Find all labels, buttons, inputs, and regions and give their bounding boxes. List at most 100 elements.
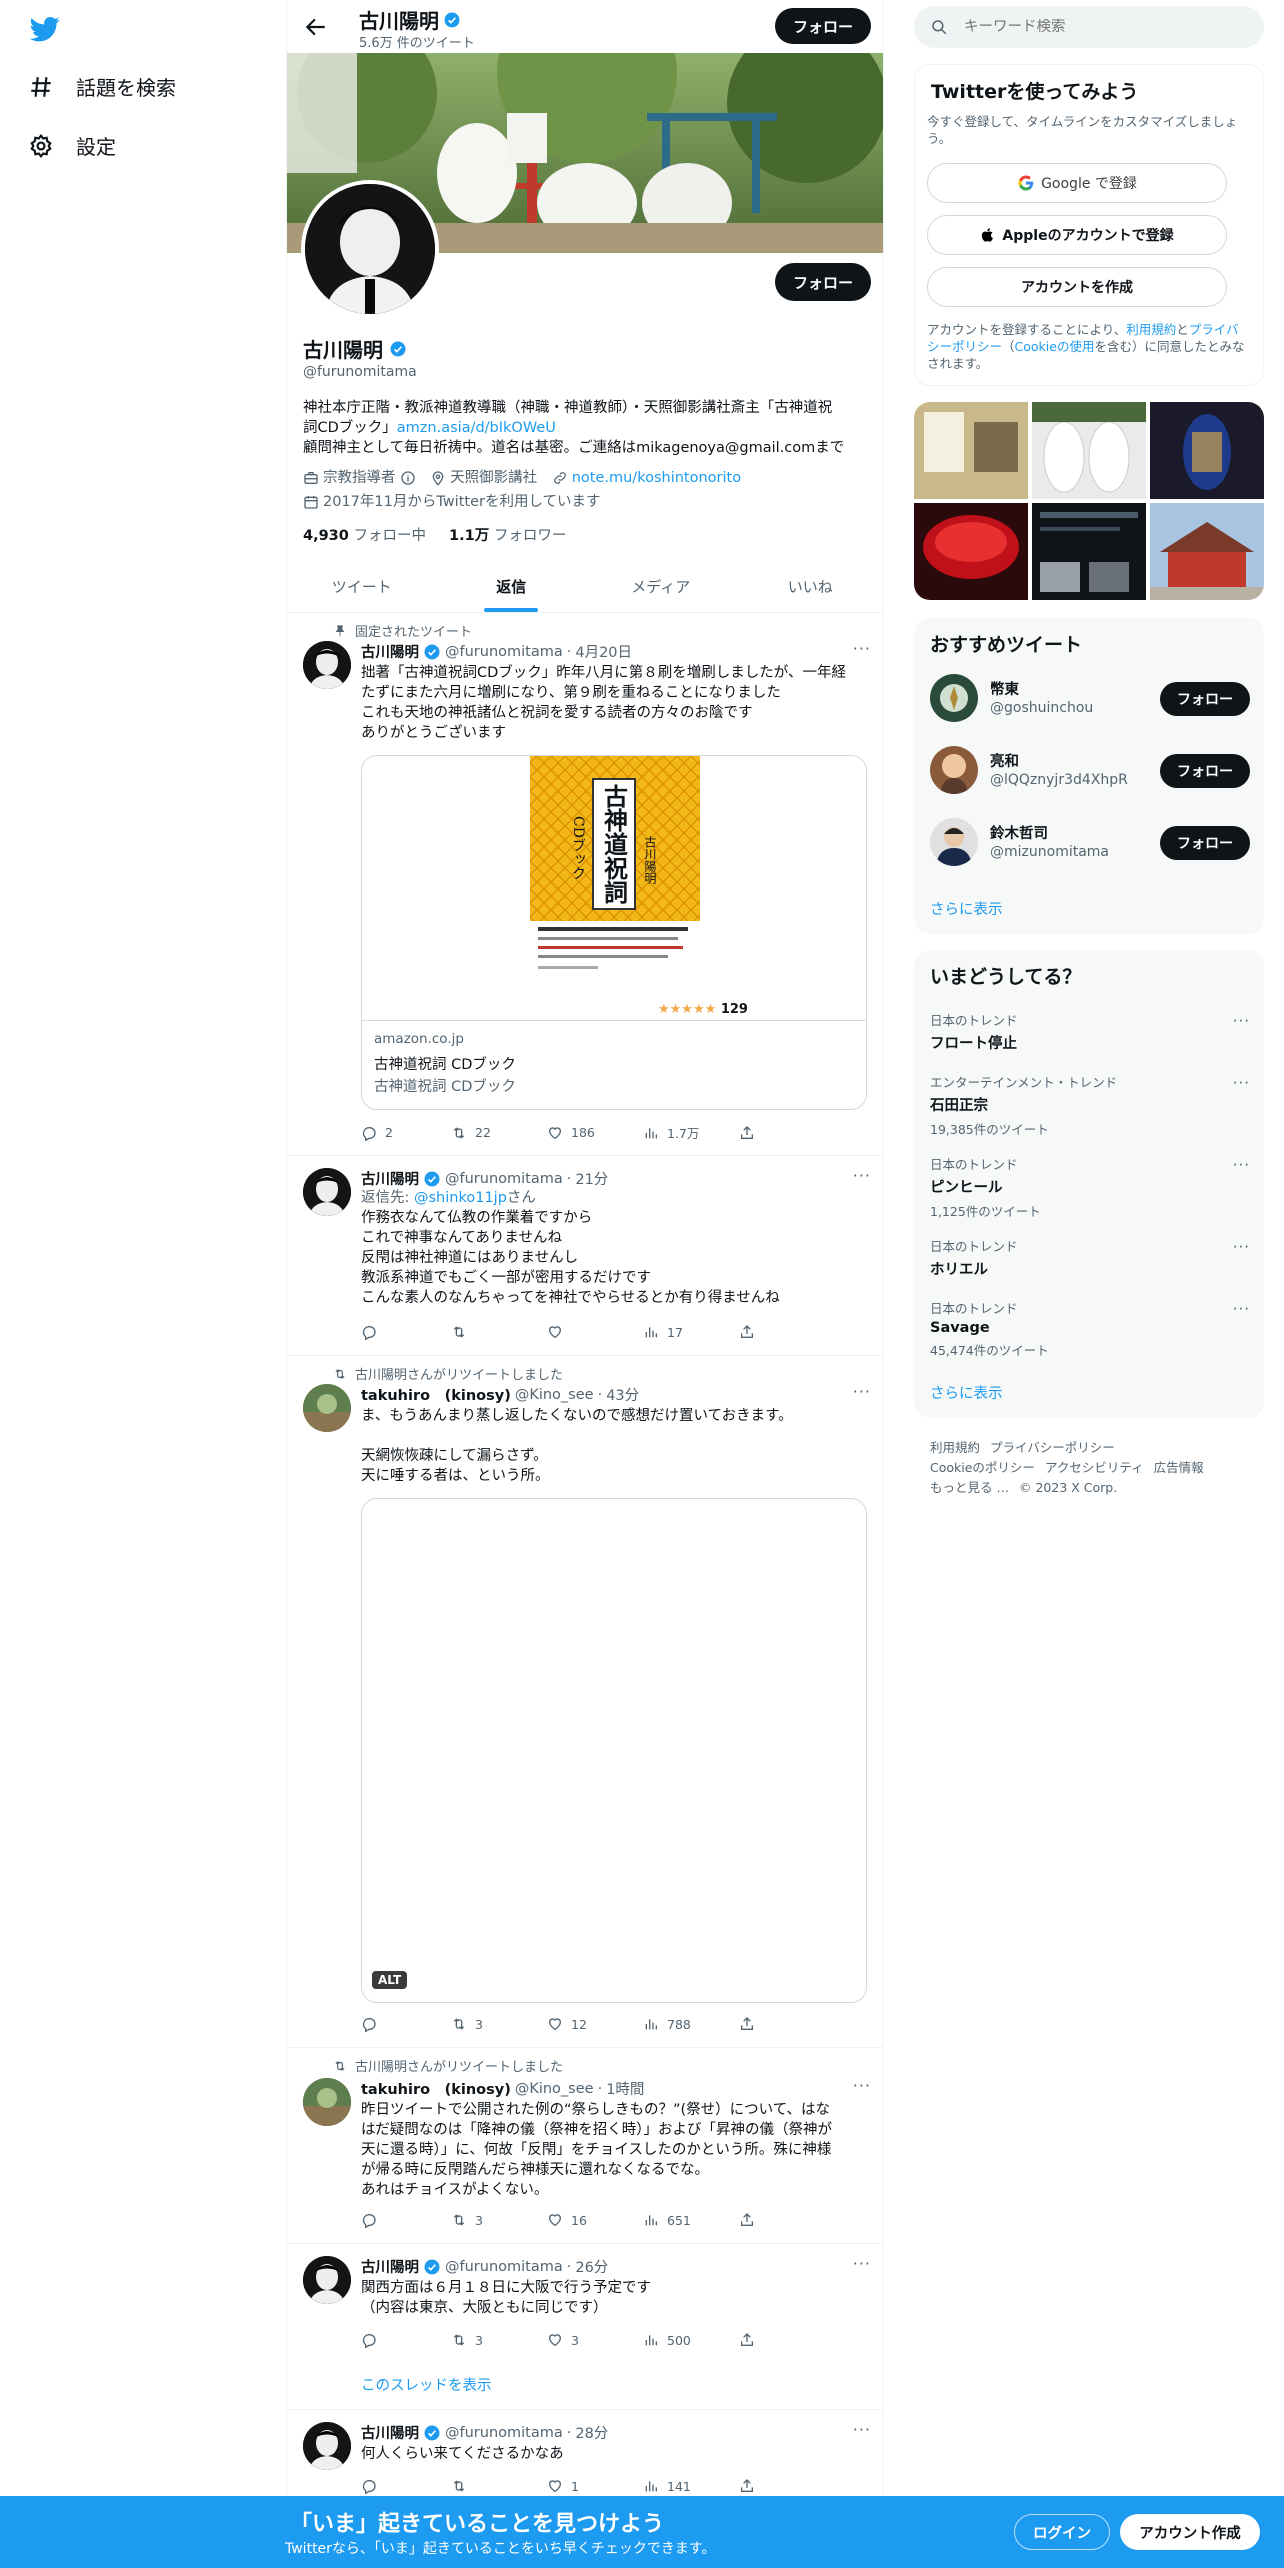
tweet-avatar[interactable]	[303, 641, 351, 689]
tweet-avatar[interactable]	[303, 2422, 351, 2470]
trend-more-icon[interactable]: ···	[1233, 1074, 1250, 1092]
trend-item[interactable]: 日本のトレンド フロート停止 ···	[930, 1010, 1250, 1053]
tweet-author-name[interactable]: 古川陽明	[361, 2256, 419, 2277]
header-follow-button[interactable]: フォロー	[775, 8, 871, 44]
tweet-media-image[interactable]: ALT	[361, 1498, 867, 2003]
retweet-button[interactable]	[451, 1324, 547, 1340]
tweet-item[interactable]: 古川陽明 @furunomitama · 28分 ··· 何人くらい来てくださる…	[287, 2410, 883, 2510]
media-thumb[interactable]	[914, 402, 1028, 499]
footer-link[interactable]: プライバシーポリシー	[990, 1440, 1115, 1455]
tweet-avatar[interactable]	[303, 2256, 351, 2304]
nav-settings[interactable]: 設定	[28, 131, 116, 160]
bio-link[interactable]: amzn.asia/d/bIkOWeU	[397, 420, 556, 436]
tweet-time[interactable]: 28分	[575, 2422, 608, 2443]
alt-badge[interactable]: ALT	[372, 1971, 408, 1989]
views-button[interactable]: 788	[643, 2016, 739, 2032]
retweet-button[interactable]: 3	[451, 2212, 547, 2228]
media-thumb[interactable]	[914, 503, 1028, 600]
more-options-icon[interactable]: ···	[853, 639, 871, 658]
like-button[interactable]: 186	[547, 1123, 643, 1142]
share-button[interactable]	[739, 2212, 755, 2228]
back-arrow-icon[interactable]	[303, 14, 329, 40]
profile-avatar[interactable]	[301, 180, 439, 318]
tweet-author-name[interactable]: 古川陽明	[361, 1168, 419, 1189]
tweet-item[interactable]: 古川陽明 @furunomitama · 21分 ··· 返信先: @shink…	[287, 1156, 883, 1356]
reply-button[interactable]	[361, 2212, 451, 2228]
reply-button[interactable]	[361, 2478, 451, 2494]
tweet-time[interactable]: 26分	[575, 2256, 608, 2277]
retweet-button[interactable]: 22	[451, 1123, 547, 1142]
tweet-avatar[interactable]	[303, 2078, 351, 2126]
tweet-author-name[interactable]: 古川陽明	[361, 641, 419, 662]
twitter-logo-icon[interactable]	[28, 14, 62, 44]
show-thread-link[interactable]: このスレッドを表示	[361, 2374, 492, 2395]
nav-explore[interactable]: 話題を検索	[28, 72, 176, 101]
google-signup-button[interactable]: Google で登録	[927, 163, 1227, 203]
trend-item[interactable]: 日本のトレンド Savage 45,474件のツイート ···	[930, 1298, 1250, 1359]
footer-link[interactable]: もっと見る …	[930, 1480, 1009, 1495]
media-thumb[interactable]	[1150, 503, 1264, 600]
share-button[interactable]	[739, 1123, 755, 1142]
recommended-avatar[interactable]	[930, 674, 978, 722]
media-thumb[interactable]	[1032, 402, 1146, 499]
recommended-user[interactable]: 幣東 @goshuinchou フォロー	[930, 674, 1250, 726]
trend-more-icon[interactable]: ···	[1233, 1238, 1250, 1256]
following-link[interactable]: 4,930 フォロー中	[303, 528, 426, 544]
tweet-avatar[interactable]	[303, 1384, 351, 1432]
login-button[interactable]: ログイン	[1014, 2514, 1110, 2550]
trend-item[interactable]: 日本のトレンド ホリエル ···	[930, 1236, 1250, 1279]
like-button[interactable]: 16	[547, 2212, 643, 2228]
tweet-item[interactable]: 古川陽明 @furunomitama · 26分 ··· 関西方面は６月１８日に…	[287, 2244, 883, 2410]
reply-button[interactable]	[361, 2332, 451, 2348]
recommended-follow-button[interactable]: フォロー	[1160, 754, 1250, 788]
profile-website[interactable]: note.mu/koshintonorito	[552, 468, 741, 488]
trend-more-icon[interactable]: ···	[1233, 1156, 1250, 1174]
reply-button[interactable]: 2	[361, 1123, 451, 1142]
share-button[interactable]	[739, 1324, 755, 1340]
cookie-link[interactable]: Cookieの使用	[1015, 339, 1095, 354]
footer-link[interactable]: 広告情報	[1154, 1460, 1204, 1475]
tweet-item[interactable]: 固定されたツイート 古川陽明 @furunomitama · 4月20日 ···…	[287, 613, 883, 1156]
media-thumb[interactable]	[1150, 402, 1264, 499]
tab-media[interactable]: メディア	[586, 560, 736, 612]
recommended-avatar[interactable]	[930, 746, 978, 794]
more-options-icon[interactable]: ···	[853, 1382, 871, 1401]
trend-item[interactable]: エンターテインメント・トレンド 石田正宗 19,385件のツイート ···	[930, 1072, 1250, 1138]
info-icon[interactable]	[400, 470, 416, 486]
recommended-show-more[interactable]: さらに表示	[930, 898, 1003, 919]
share-button[interactable]	[739, 2332, 755, 2348]
like-button[interactable]	[547, 1324, 643, 1340]
footer-link[interactable]: Cookieのポリシー	[930, 1460, 1035, 1475]
signup-button[interactable]: アカウント作成	[1120, 2514, 1260, 2550]
more-options-icon[interactable]: ···	[853, 1166, 871, 1185]
profile-follow-button[interactable]: フォロー	[775, 263, 871, 301]
views-button[interactable]: 651	[643, 2212, 739, 2228]
tweet-avatar[interactable]	[303, 1168, 351, 1216]
tweet-item[interactable]: 古川陽明さんがリツイートしました takuhiro (kinosy) @Kino…	[287, 2048, 883, 2244]
views-button[interactable]: 17	[643, 1324, 739, 1340]
search-box[interactable]	[914, 6, 1264, 48]
retweet-button[interactable]: 3	[451, 2332, 547, 2348]
recommended-follow-button[interactable]: フォロー	[1160, 682, 1250, 716]
views-button[interactable]: 500	[643, 2332, 739, 2348]
tweet-item[interactable]: 古川陽明さんがリツイートしました takuhiro (kinosy) @Kino…	[287, 1356, 883, 2048]
trend-item[interactable]: 日本のトレンド ピンヒール 1,125件のツイート ···	[930, 1154, 1250, 1220]
create-account-button[interactable]: アカウントを作成	[927, 267, 1227, 307]
footer-link[interactable]: アクセシビリティ	[1045, 1460, 1144, 1475]
search-input[interactable]	[964, 19, 1244, 35]
trend-more-icon[interactable]: ···	[1233, 1300, 1250, 1318]
recommended-avatar[interactable]	[930, 818, 978, 866]
trends-show-more[interactable]: さらに表示	[930, 1382, 1003, 1403]
media-thumb[interactable]	[1032, 503, 1146, 600]
retweet-button[interactable]: 3	[451, 2016, 547, 2032]
views-button[interactable]: 1.7万	[643, 1123, 739, 1142]
retweet-button[interactable]	[451, 2478, 547, 2494]
reply-to-link[interactable]: @shinko11jp	[414, 1190, 507, 1206]
reply-button[interactable]	[361, 1324, 451, 1340]
views-button[interactable]: 141	[643, 2478, 739, 2494]
like-button[interactable]: 1	[547, 2478, 643, 2494]
like-button[interactable]: 3	[547, 2332, 643, 2348]
tweet-time[interactable]: 43分	[606, 1384, 639, 1405]
more-options-icon[interactable]: ···	[853, 2076, 871, 2095]
footer-link[interactable]: 利用規約	[930, 1440, 980, 1455]
